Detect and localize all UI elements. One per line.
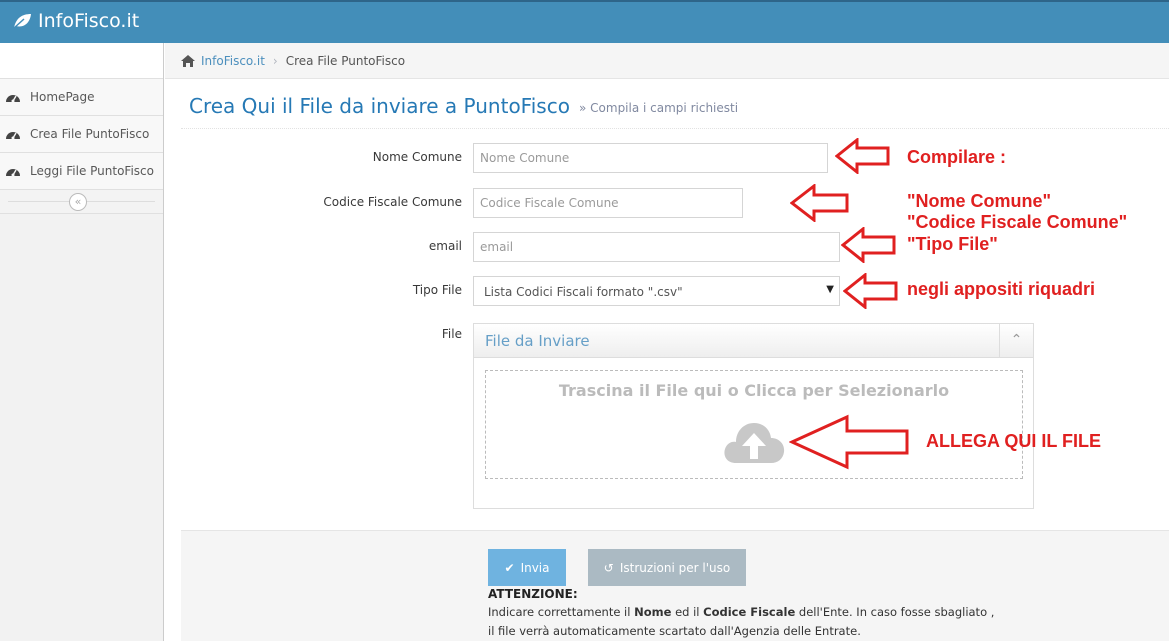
sidebar-item-homepage[interactable]: HomePage — [0, 79, 163, 116]
page-title: Crea Qui il File da inviare a PuntoFisco — [189, 94, 570, 118]
breadcrumb-current: Crea File PuntoFisco — [285, 53, 406, 68]
page-header: Crea Qui il File da inviare a PuntoFisco… — [181, 86, 1169, 129]
sidebar-item-crea-file[interactable]: Crea File PuntoFisco — [0, 116, 163, 153]
annotation-text: "Nome Comune" — [907, 191, 1052, 211]
breadcrumb-home-link[interactable]: InfoFisco.it — [201, 54, 265, 68]
codice-fiscale-input[interactable] — [473, 188, 743, 218]
caret-down-icon: ▼ — [826, 284, 834, 295]
widget-title: File da Inviare — [485, 332, 590, 350]
instructions-button-label: Istruzioni per l'uso — [619, 560, 731, 575]
sidebar-item-label: HomePage — [30, 90, 95, 104]
annotation-arrow-icon — [841, 227, 896, 263]
annotation-text: "Tipo File" — [907, 234, 998, 254]
annotation-text: ALLEGA QUI IL FILE — [926, 431, 1101, 451]
breadcrumb: InfoFisco.it › Crea File PuntoFisco — [165, 43, 1169, 79]
submit-button[interactable]: ✔ Invia — [488, 549, 566, 586]
home-icon — [181, 54, 195, 67]
annotation-text: "Codice Fiscale Comune" — [907, 212, 1128, 232]
dashboard-icon — [6, 132, 20, 140]
nome-comune-input[interactable] — [473, 143, 828, 173]
undo-icon: ↺ — [603, 560, 614, 575]
sidebar-collapse: « — [0, 190, 163, 214]
file-upload-widget: File da Inviare ⌃ Trascina il File qui o… — [473, 323, 1034, 509]
annotation-arrow-icon — [843, 273, 898, 309]
codice-fiscale-label: Codice Fiscale Comune — [323, 195, 462, 209]
brand-link[interactable]: InfoFisco.it — [12, 10, 139, 32]
brand-name: InfoFisco.it — [38, 10, 140, 32]
check-icon: ✔ — [504, 560, 515, 575]
sidebar: HomePage Crea File PuntoFisco Leggi File… — [0, 43, 164, 641]
sidebar-item-label: Leggi File PuntoFisco — [30, 164, 154, 178]
tipo-file-selected: Lista Codici Fiscali formato ".csv" — [484, 285, 683, 299]
page-subtitle: » Compila i campi richiesti — [579, 101, 739, 115]
widget-header: File da Inviare ⌃ — [474, 324, 1033, 358]
annotation-arrow-icon — [835, 138, 890, 174]
notice-text: Indicare correttamente il Nome ed il Cod… — [488, 605, 995, 638]
tipo-file-label: Tipo File — [412, 283, 462, 297]
dropzone-message: Trascina il File qui o Clicca per Selezi… — [558, 381, 950, 400]
notice-title: ATTENZIONE: — [488, 587, 578, 601]
form-actions: ✔ Invia ↺ Istruzioni per l'uso ATTENZION… — [181, 530, 1169, 641]
annotation-text: negli appositi riquadri — [907, 279, 1096, 299]
dashboard-icon — [6, 169, 20, 177]
double-chevron-left-icon[interactable]: « — [69, 193, 87, 211]
sidebar-item-leggi-file[interactable]: Leggi File PuntoFisco — [0, 153, 163, 190]
nome-comune-label: Nome Comune — [372, 150, 462, 164]
leaf-icon — [13, 14, 31, 29]
breadcrumb-separator-icon: › — [272, 53, 278, 68]
email-label: email — [428, 239, 462, 253]
annotation-text: Compilare : — [907, 147, 1007, 167]
sidebar-shortcuts — [0, 43, 163, 79]
submit-button-label: Invia — [520, 560, 550, 575]
navbar: InfoFisco.it — [0, 0, 1169, 43]
chevron-up-icon[interactable]: ⌃ — [999, 324, 1033, 357]
dashboard-icon — [6, 95, 20, 103]
annotation-arrow-icon — [790, 184, 849, 222]
sidebar-item-label: Crea File PuntoFisco — [30, 127, 150, 141]
file-dropzone[interactable]: Trascina il File qui o Clicca per Selezi… — [485, 370, 1023, 479]
email-input[interactable] — [473, 232, 840, 262]
file-label: File — [441, 327, 462, 341]
annotation-arrow-icon — [789, 414, 909, 470]
instructions-button[interactable]: ↺ Istruzioni per l'uso — [588, 549, 746, 586]
tipo-file-select[interactable]: Lista Codici Fiscali formato ".csv" ▼ — [473, 276, 840, 306]
cloud-upload-icon — [724, 423, 785, 463]
